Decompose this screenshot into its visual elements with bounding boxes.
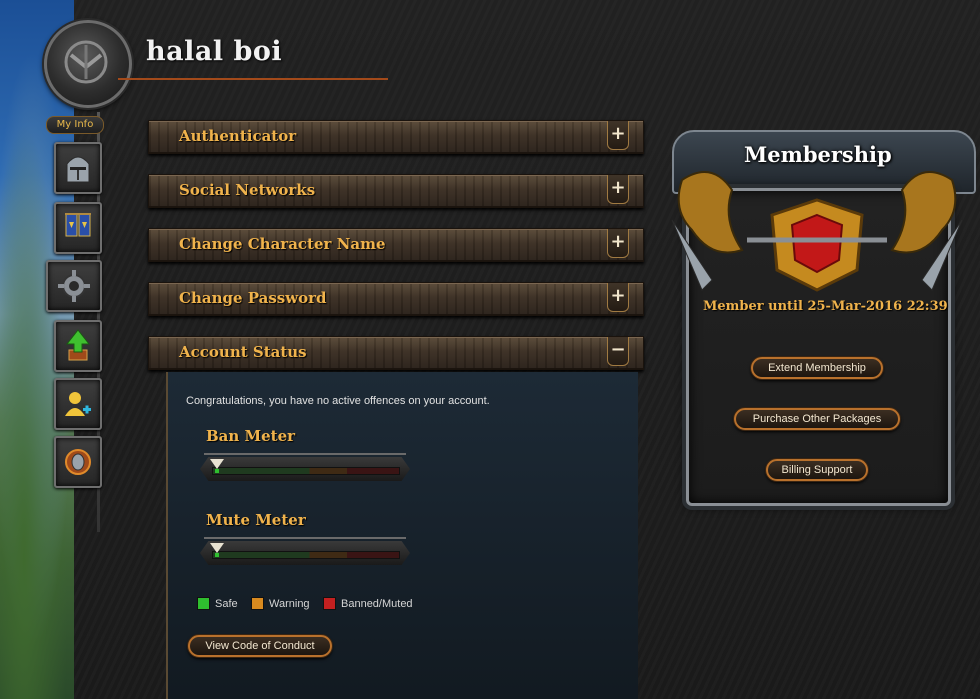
meter-marker-icon xyxy=(210,543,224,553)
meter-marker-icon xyxy=(210,459,224,469)
membership-expiry: Member until 25-Mar-2016 22:39 xyxy=(703,299,948,314)
meter-track xyxy=(212,551,400,559)
knight-helmet-icon xyxy=(66,156,90,183)
banners-icon xyxy=(65,213,91,237)
purchase-other-packages-button[interactable]: Purchase Other Packages xyxy=(734,408,900,430)
section-label: Authenticator xyxy=(179,127,297,145)
expand-plus-icon[interactable]: + xyxy=(607,283,629,312)
meter-top-line xyxy=(204,537,406,539)
nav-item-achievements[interactable] xyxy=(54,436,102,488)
section-authenticator[interactable]: Authenticator + xyxy=(148,120,644,154)
meter-top-line xyxy=(204,453,406,455)
legend-label: Banned/Muted xyxy=(341,597,413,610)
section-change-password[interactable]: Change Password + xyxy=(148,282,644,316)
my-info-tab[interactable]: My Info xyxy=(46,116,104,134)
upgrade-arrow-icon xyxy=(65,329,91,361)
nav-item-friends[interactable] xyxy=(54,378,102,430)
view-code-of-conduct-button[interactable]: View Code of Conduct xyxy=(188,635,332,657)
expand-plus-icon[interactable]: + xyxy=(607,229,629,258)
extend-membership-button[interactable]: Extend Membership xyxy=(751,357,883,379)
ban-meter xyxy=(200,453,410,481)
nav-item-settings[interactable] xyxy=(46,260,102,312)
mute-meter xyxy=(200,537,410,565)
billing-support-button[interactable]: Billing Support xyxy=(766,459,868,481)
meter-track xyxy=(212,467,400,475)
section-account-status[interactable]: Account Status − xyxy=(148,336,644,370)
ban-meter-title: Ban Meter xyxy=(206,427,296,445)
gear-icon xyxy=(58,270,90,302)
nav-item-clan[interactable] xyxy=(54,202,102,254)
status-message: Congratulations, you have no active offe… xyxy=(186,395,490,407)
meter-level-dot xyxy=(215,469,219,473)
membership-title: Membership xyxy=(744,142,892,167)
add-friend-icon xyxy=(65,392,91,416)
expand-plus-icon[interactable]: + xyxy=(607,175,629,204)
section-label: Social Networks xyxy=(179,181,316,199)
legend-banned-muted: Banned/Muted xyxy=(323,597,413,610)
legend-label: Safe xyxy=(215,597,238,610)
legend-swatch xyxy=(251,597,264,610)
legend-swatch xyxy=(323,597,336,610)
expand-plus-icon[interactable]: + xyxy=(607,121,629,150)
section-change-character-name[interactable]: Change Character Name + xyxy=(148,228,644,262)
player-name: halal boi xyxy=(146,36,283,67)
legend-label: Warning xyxy=(269,597,310,610)
nav-item-upgrade[interactable] xyxy=(54,320,102,372)
nav-item-character[interactable] xyxy=(54,142,102,194)
section-label: Change Password xyxy=(179,289,327,307)
meter-level-dot xyxy=(215,553,219,557)
dragon-crest-icon xyxy=(671,171,963,292)
legend-safe: Safe xyxy=(197,597,238,610)
mute-meter-title: Mute Meter xyxy=(206,511,306,529)
collapse-minus-icon[interactable]: − xyxy=(607,337,629,366)
section-label: Account Status xyxy=(179,343,307,361)
section-label: Change Character Name xyxy=(179,235,386,253)
legend-warning: Warning xyxy=(251,597,310,610)
section-social-networks[interactable]: Social Networks + xyxy=(148,174,644,208)
legend-swatch xyxy=(197,597,210,610)
shield-crest-icon xyxy=(65,449,91,475)
